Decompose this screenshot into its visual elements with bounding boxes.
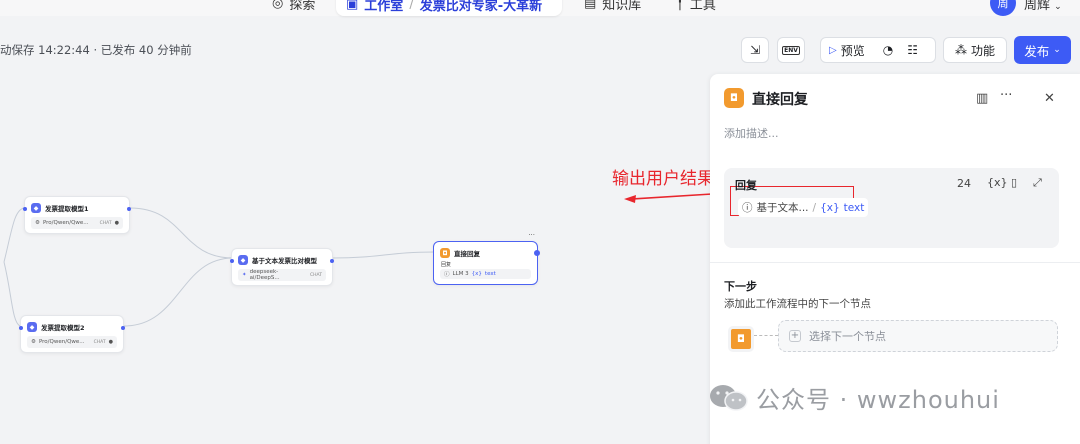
more-icon[interactable]: ··· xyxy=(528,231,535,239)
select-next-placeholder: 选择下一个节点 xyxy=(809,330,886,343)
watermark: 公众号 · wwzhouhui xyxy=(708,380,1000,415)
edge-extract2-compare xyxy=(123,257,234,327)
panel-title: 直接回复 xyxy=(752,92,808,108)
node-compare[interactable]: ◆ 基于文本发票比对模型 ✦ deepseek-ai/DeepS... CHAT xyxy=(230,248,334,286)
book-icon[interactable]: ▥ xyxy=(976,91,988,106)
node-compare-model: deepseek-ai/DeepS... xyxy=(249,269,280,281)
more-icon[interactable]: ··· xyxy=(1000,88,1012,103)
node-extract1-model: Pro/Qwen/Qwe... xyxy=(42,220,89,226)
variable-icon: {x} xyxy=(471,271,482,277)
model-icon: ⚙ xyxy=(31,339,36,345)
input-port[interactable] xyxy=(230,259,234,263)
model-icon: ⚙ xyxy=(35,220,40,226)
llm-icon: ◆ xyxy=(31,203,41,213)
char-count: 24 xyxy=(957,177,971,190)
llm-icon: ◆ xyxy=(27,322,37,332)
info-icon: ⓘ xyxy=(444,272,450,278)
node-extract2-tag: CHAT xyxy=(93,339,106,345)
insert-variable-icon[interactable]: {x} xyxy=(987,176,1008,189)
reply-icon: ◘ xyxy=(440,248,450,258)
expand-icon[interactable]: ⤢ xyxy=(1033,176,1042,190)
next-step-title: 下一步 xyxy=(724,280,757,293)
divider xyxy=(710,262,1080,263)
info-icon: ⓘ xyxy=(742,202,753,214)
node-reply-label: 回复 xyxy=(441,262,452,268)
output-port[interactable] xyxy=(330,259,334,263)
edge-compare-reply xyxy=(332,251,435,259)
edge-extract1-compare xyxy=(129,207,234,259)
edge-start-extract1 xyxy=(3,207,25,263)
var-separator: / xyxy=(812,201,817,214)
select-next-node[interactable]: + 选择下一个节点 xyxy=(778,320,1058,352)
deepseek-icon: ✦ xyxy=(242,272,247,278)
variable-icon: {x} xyxy=(820,201,840,214)
variable-chip[interactable]: ⓘ 基于文本... / {x} text xyxy=(738,198,869,217)
input-port[interactable] xyxy=(19,326,23,330)
edge-start-extract2 xyxy=(3,261,21,327)
output-port[interactable] xyxy=(121,326,125,330)
eye-icon: ● xyxy=(108,339,113,345)
close-icon[interactable]: ✕ xyxy=(1044,91,1055,106)
annotation-arrow xyxy=(631,193,713,200)
eye-icon: ● xyxy=(114,220,119,226)
output-port[interactable] xyxy=(534,250,540,256)
node-compare-title: 基于文本发票比对模型 xyxy=(252,257,317,265)
reply-label: 回复 xyxy=(735,179,757,192)
input-port[interactable] xyxy=(23,207,27,211)
node-reply-title: 直接回复 xyxy=(454,250,480,258)
llm-icon: ◆ xyxy=(238,255,248,265)
connector-line xyxy=(754,335,778,336)
node-reply-ref-source: LLM 3 xyxy=(452,271,469,277)
reply-icon: ◘ xyxy=(724,88,744,108)
reply-icon: ◘ xyxy=(728,326,754,352)
node-reply-ref-var: text xyxy=(484,271,496,277)
var-source: 基于文本... xyxy=(756,202,809,214)
next-step-desc: 添加此工作流程中的下一个节点 xyxy=(724,298,871,310)
node-compare-tag: CHAT xyxy=(309,272,322,278)
wechat-icon xyxy=(710,384,748,411)
node-extract1-tag: CHAT xyxy=(99,220,112,226)
var-name: text xyxy=(843,201,865,214)
node-extract2[interactable]: ◆ 发票提取模型2 ⚙ Pro/Qwen/Qwe... CHAT ● xyxy=(19,315,125,353)
watermark-text: 公众号 · wwzhouhui xyxy=(756,386,1000,414)
node-extract1-title: 发票提取模型1 xyxy=(45,205,89,213)
plus-icon: + xyxy=(789,330,801,342)
description-input[interactable]: 添加描述... xyxy=(724,125,779,141)
node-extract1[interactable]: ◆ 发票提取模型1 ⚙ Pro/Qwen/Qwe... CHAT ● xyxy=(23,196,131,234)
node-extract2-model: Pro/Qwen/Qwe... xyxy=(38,339,85,345)
annotation-arrowhead xyxy=(624,195,636,203)
node-extract2-title: 发票提取模型2 xyxy=(41,324,85,332)
clipboard-icon[interactable]: ▯ xyxy=(1011,176,1017,189)
output-port[interactable] xyxy=(127,207,131,211)
reply-editor[interactable]: 回复 24 {x} ▯ ⤢ ⓘ 基于文本... / {x} text xyxy=(724,168,1059,248)
node-reply[interactable]: ◘ 直接回复 回复 ⓘ LLM 3 {x} text ··· xyxy=(433,231,540,285)
